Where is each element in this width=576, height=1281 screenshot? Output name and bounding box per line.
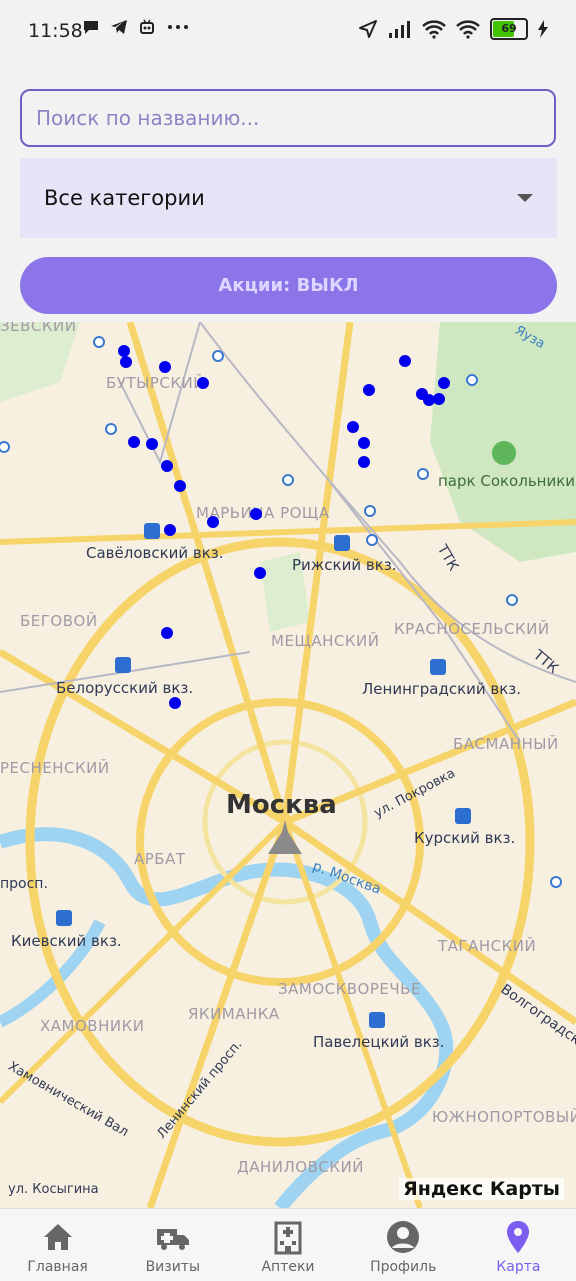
nav-item-pharmacies[interactable]: Аптеки bbox=[230, 1209, 345, 1281]
cell-signal-icon bbox=[389, 21, 410, 38]
district-label: БЕГОВОЙ bbox=[20, 612, 98, 630]
district-label: КРАСНОСЕЛЬСКИЙ bbox=[394, 620, 550, 638]
ambulance-icon bbox=[156, 1229, 189, 1250]
hospital-icon bbox=[274, 1221, 302, 1255]
district-label: ДАНИЛОВСКИЙ bbox=[237, 1158, 364, 1176]
search-input[interactable] bbox=[20, 89, 556, 147]
pharmacy-marker[interactable] bbox=[161, 627, 173, 639]
nav-label: Визиты bbox=[145, 1259, 201, 1275]
profile-icon bbox=[387, 1221, 420, 1253]
district-label: БАСМАННЫЙ bbox=[453, 735, 559, 753]
station-label: Белорусский вкз. bbox=[56, 679, 194, 697]
pharmacy-marker[interactable] bbox=[347, 421, 359, 433]
pharmacy-marker[interactable] bbox=[120, 356, 132, 368]
pharmacy-marker[interactable] bbox=[438, 377, 450, 389]
pharmacy-marker[interactable] bbox=[433, 393, 445, 405]
chat-bubble-icon bbox=[84, 21, 98, 34]
home-icon bbox=[43, 1224, 72, 1250]
pharmacy-marker[interactable] bbox=[197, 377, 209, 389]
park-label: парк Сокольники bbox=[438, 472, 576, 490]
nav-label: Аптеки bbox=[261, 1259, 315, 1275]
district-label: РЕСНЕНСКИЙ bbox=[0, 759, 110, 777]
status-notification-icons bbox=[82, 18, 190, 36]
city-label: Москва bbox=[226, 790, 337, 820]
station-label: Ленинградский вкз. bbox=[362, 680, 522, 698]
street-label: просп. bbox=[0, 876, 48, 892]
status-system-icons: 69 bbox=[358, 18, 548, 40]
pharmacy-marker[interactable] bbox=[169, 697, 181, 709]
category-select-value: Все категории bbox=[44, 186, 205, 210]
district-label: ЮЖНОПОРТОВЫЙ bbox=[432, 1108, 576, 1126]
bottom-navigation: Главная Визиты Аптеки Профиль Карта bbox=[0, 1208, 576, 1281]
pharmacy-marker[interactable] bbox=[161, 460, 173, 472]
dropdown-arrow-icon bbox=[517, 194, 533, 202]
pharmacy-marker[interactable] bbox=[159, 361, 171, 373]
district-label: АРБАТ bbox=[134, 850, 186, 868]
pharmacy-marker[interactable] bbox=[128, 436, 140, 448]
battery-level: 69 bbox=[501, 22, 517, 35]
telegram-icon bbox=[111, 20, 127, 34]
station-label: Савёловский вкз. bbox=[86, 544, 224, 562]
station-label: Курский вкз. bbox=[414, 829, 516, 847]
pharmacy-marker[interactable] bbox=[164, 524, 176, 536]
station-label: Рижский вкз. bbox=[292, 556, 397, 574]
map-pin-icon bbox=[507, 1221, 530, 1253]
wifi-icon bbox=[456, 20, 480, 39]
nav-item-profile[interactable]: Профиль bbox=[346, 1209, 461, 1281]
nav-item-home[interactable]: Главная bbox=[0, 1209, 115, 1281]
location-arrow-icon bbox=[359, 20, 377, 38]
robot-icon bbox=[140, 19, 154, 34]
pharmacy-marker[interactable] bbox=[363, 384, 375, 396]
street-label: ул. Косыгина bbox=[8, 1182, 99, 1197]
nav-item-map[interactable]: Карта bbox=[461, 1209, 576, 1281]
district-label: ХАМОВНИКИ bbox=[40, 1017, 145, 1035]
district-label: ЗЕВСКИЙ bbox=[0, 322, 77, 335]
pharmacy-marker[interactable] bbox=[250, 508, 262, 520]
nav-label: Главная bbox=[27, 1259, 88, 1275]
map-view[interactable]: ЗЕВСКИЙ БУТЫРСКИЙ МАРЬИНА РОЩА БЕГОВОЙ М… bbox=[0, 322, 576, 1208]
charging-icon bbox=[538, 20, 548, 38]
pharmacy-marker[interactable] bbox=[207, 516, 219, 528]
pharmacy-marker[interactable] bbox=[254, 567, 266, 579]
district-label: МЕЩАНСКИЙ bbox=[271, 632, 380, 650]
status-time: 11:58 bbox=[28, 20, 83, 42]
category-select[interactable]: Все категории bbox=[20, 158, 557, 238]
pharmacy-marker[interactable] bbox=[174, 480, 186, 492]
wifi-icon bbox=[422, 20, 446, 39]
pharmacy-marker[interactable] bbox=[146, 438, 158, 450]
station-label: Киевский вкз. bbox=[11, 932, 122, 950]
nav-item-visits[interactable]: Визиты bbox=[115, 1209, 230, 1281]
pharmacy-marker[interactable] bbox=[358, 437, 370, 449]
more-dots-icon bbox=[168, 25, 188, 29]
pharmacy-marker[interactable] bbox=[399, 355, 411, 367]
district-label: ЯКИМАНКА bbox=[188, 1005, 280, 1023]
pharmacy-marker[interactable] bbox=[358, 456, 370, 468]
yandex-maps-logo: Яндекс Карты bbox=[399, 1178, 564, 1200]
district-label: ТАГАНСКИЙ bbox=[438, 937, 537, 955]
station-label: Павелецкий вкз. bbox=[313, 1033, 445, 1051]
status-bar: 11:58 69 bbox=[0, 0, 576, 64]
promo-toggle-button[interactable]: Акции: ВЫКЛ bbox=[20, 257, 557, 314]
battery-icon: 69 bbox=[490, 18, 528, 40]
district-label: ЗАМОСКВОРЕЧЬЕ bbox=[278, 980, 421, 998]
nav-label: Карта bbox=[496, 1259, 541, 1275]
district-label: БУТЫРСКИЙ bbox=[106, 374, 205, 392]
nav-label: Профиль bbox=[370, 1259, 437, 1275]
